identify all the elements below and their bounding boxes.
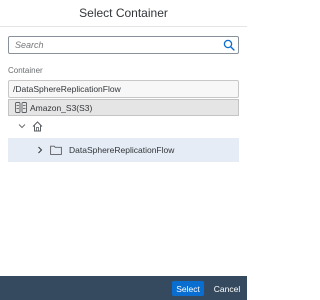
tree-folder-label: DataSphereReplicationFlow (69, 145, 175, 155)
container-path-input[interactable] (9, 81, 235, 97)
search-icon[interactable] (223, 39, 235, 51)
search-input[interactable] (9, 37, 220, 53)
folder-icon (50, 145, 62, 155)
search-field[interactable] (8, 36, 239, 54)
tree-root-label: Amazon_S3(S3) (30, 102, 93, 113)
chevron-right-icon[interactable] (36, 146, 44, 154)
dialog-header: Select Container (0, 0, 247, 27)
container-path-field[interactable] (8, 80, 239, 98)
chevron-down-icon[interactable] (18, 122, 26, 130)
select-button[interactable]: Select (172, 281, 204, 296)
tree-folder-item[interactable]: DataSphereReplicationFlow (8, 138, 239, 162)
container-label: Container (8, 66, 43, 75)
database-icon (15, 102, 27, 113)
dialog-title: Select Container (79, 6, 168, 20)
home-icon (32, 120, 43, 131)
tree-home-item[interactable] (8, 116, 239, 136)
container-tree: Amazon_S3(S3) DataSphereReplicationFlow (8, 99, 239, 165)
select-container-dialog: Select Container Container Amazon_S3(S3) (0, 0, 247, 300)
cancel-button[interactable]: Cancel (210, 281, 244, 296)
dialog-footer: Select Cancel (0, 276, 247, 300)
tree-root-item[interactable]: Amazon_S3(S3) (8, 99, 239, 116)
